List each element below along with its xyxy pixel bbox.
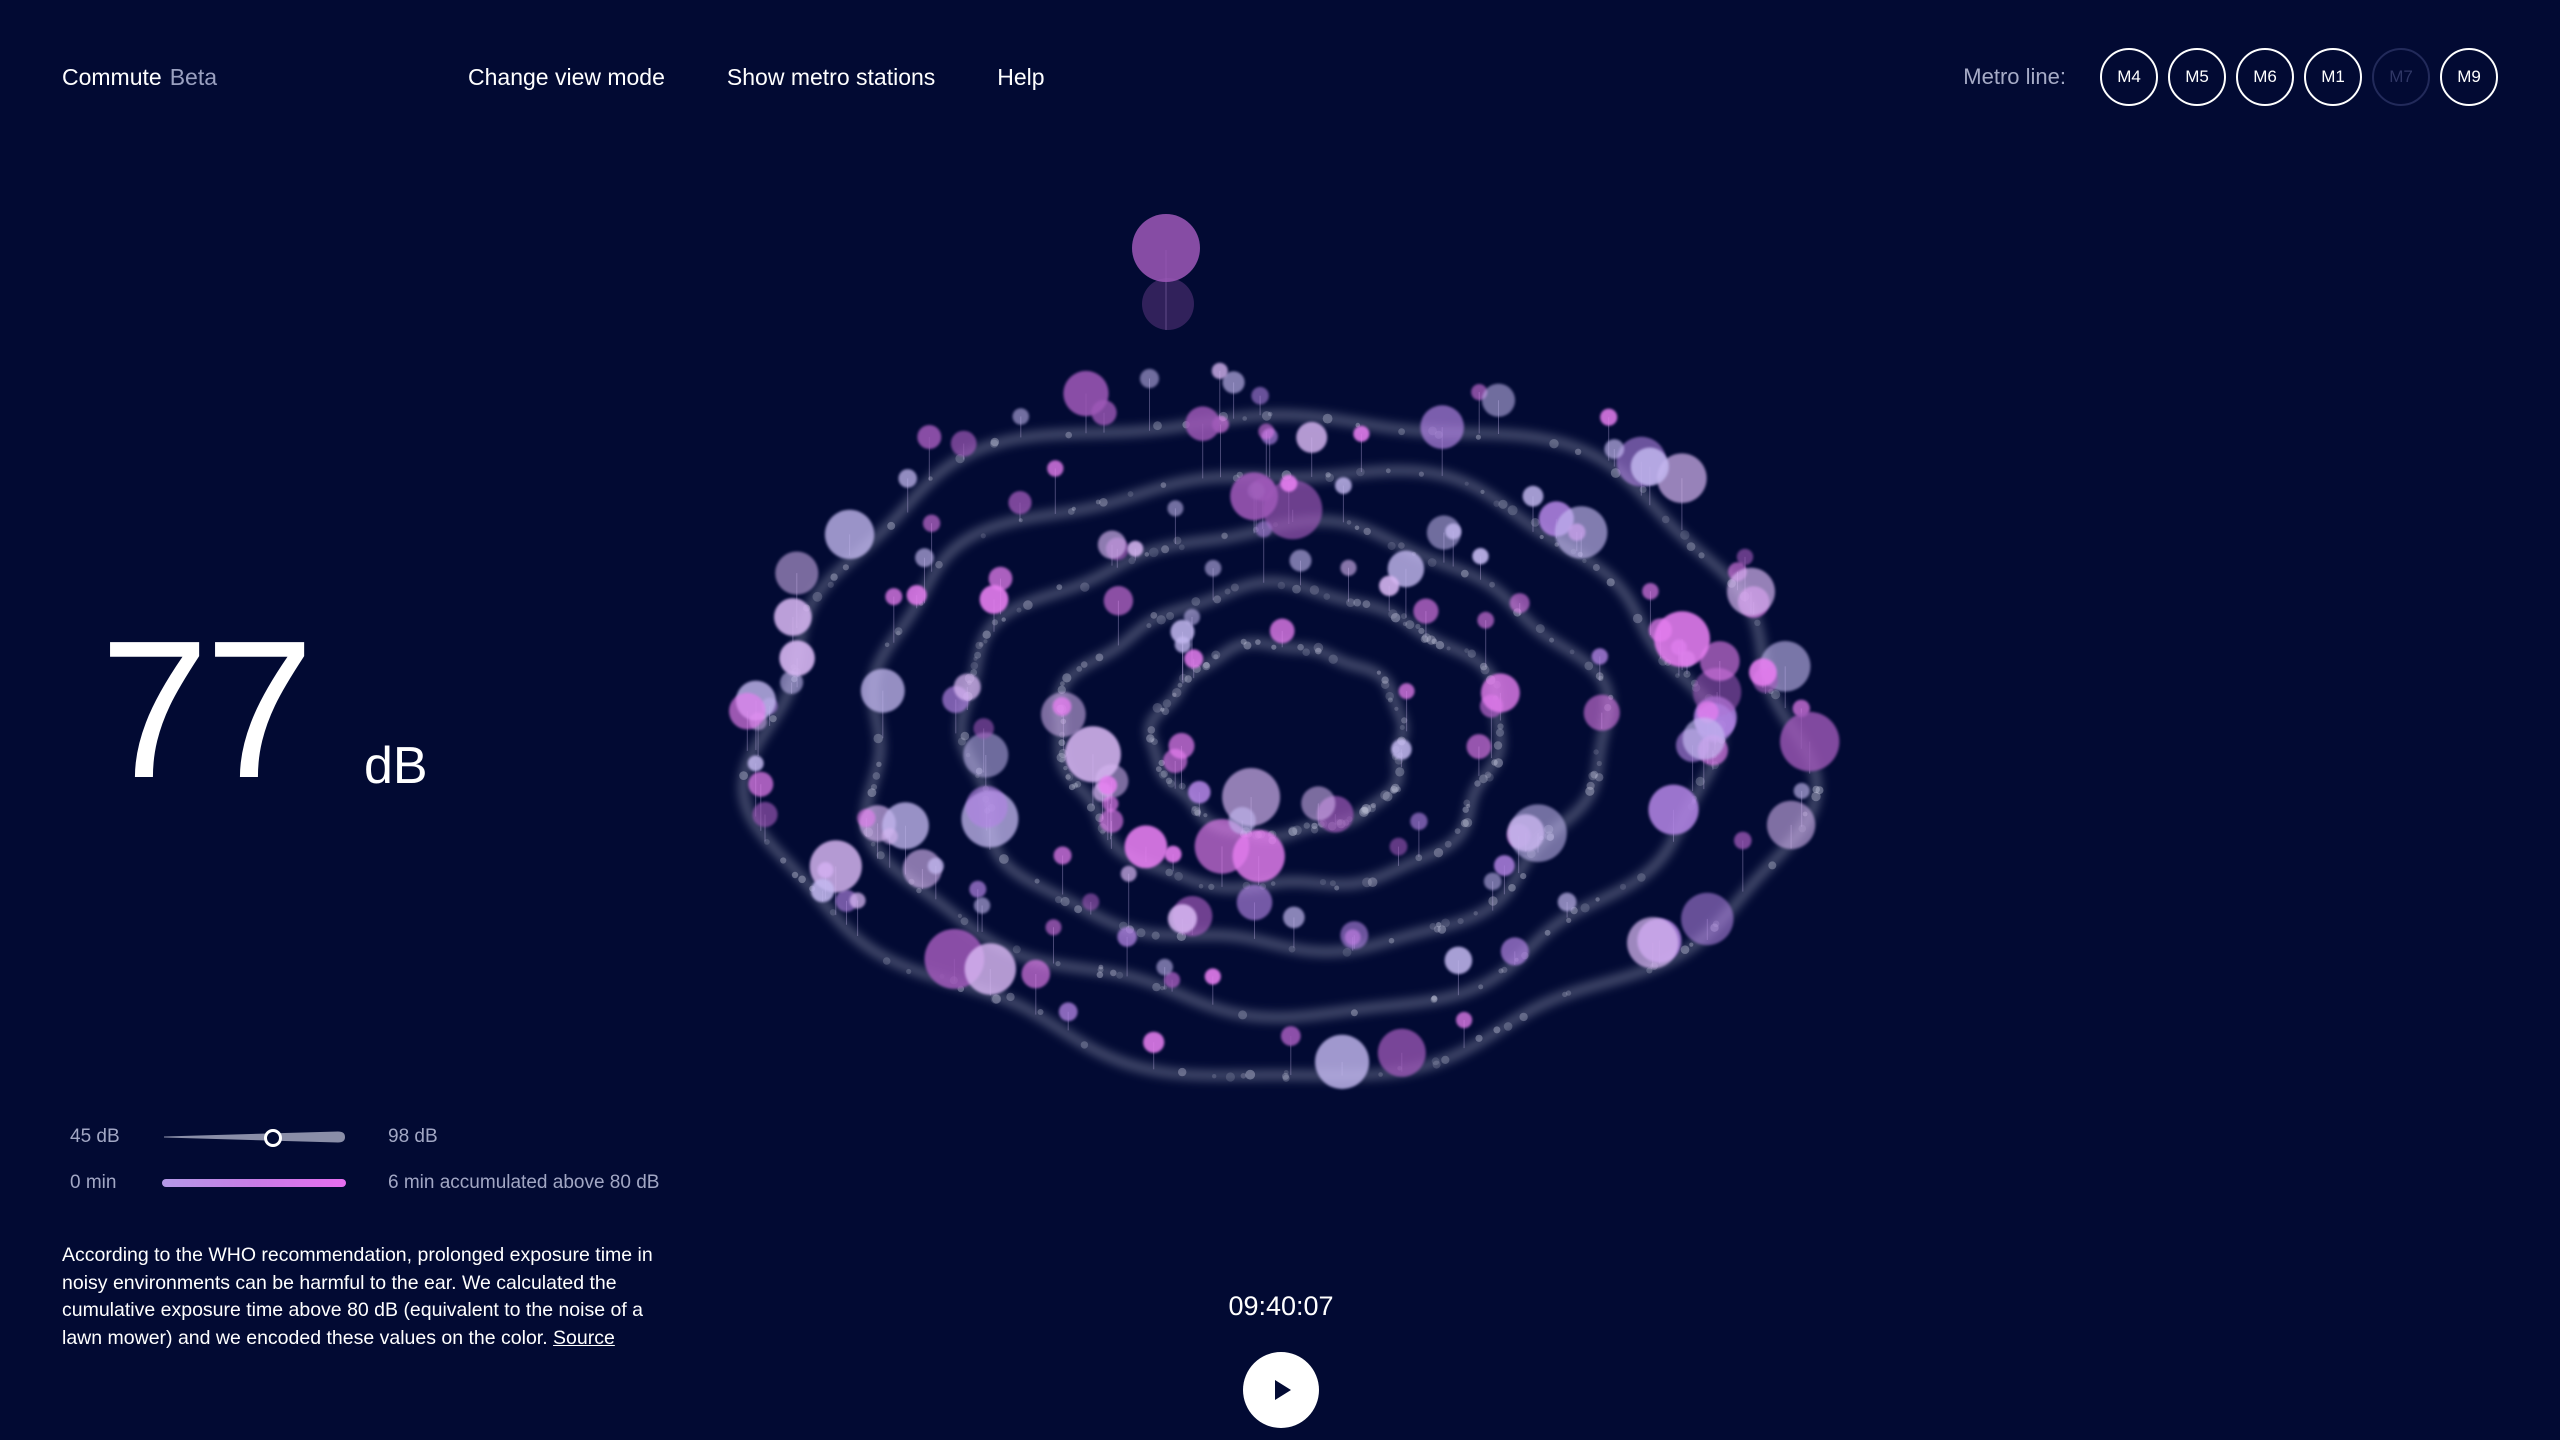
- exposure-color-scale: [162, 1179, 346, 1187]
- source-link[interactable]: Source: [553, 1327, 615, 1349]
- exposure-accumulated-label: 6 min accumulated above 80 dB: [388, 1172, 660, 1193]
- exposure-time-legend: 0 min 6 min accumulated above 80 dB: [70, 1172, 659, 1194]
- decibel-max-label: 98 dB: [388, 1126, 438, 1147]
- decibel-range-legend: 45 dB 98 dB: [70, 1126, 438, 1148]
- show-metro-stations-link[interactable]: Show metro stations: [727, 62, 935, 92]
- beta-badge: Beta: [169, 64, 218, 90]
- noise-visualization[interactable]: [0, 0, 2560, 1440]
- decibel-range-scale: [162, 1129, 346, 1147]
- play-icon: [1275, 1380, 1291, 1400]
- metro-line-label: Metro line:: [1963, 64, 2066, 89]
- decibel-level-marker: [264, 1129, 283, 1147]
- exposure-min-label: 0 min: [70, 1172, 117, 1193]
- play-button[interactable]: [1243, 1352, 1319, 1428]
- metro-line-selector: Metro line: M4 M5 M6 M1 M7 M9: [1963, 48, 2498, 106]
- app-name: Commute: [62, 64, 162, 90]
- metro-line-m1-button[interactable]: M1: [2304, 48, 2362, 106]
- decibel-value: 77: [100, 600, 314, 819]
- app-title: Commute Beta: [62, 62, 217, 92]
- decibel-min-label: 45 dB: [70, 1126, 120, 1147]
- metro-line-m6-button[interactable]: M6: [2236, 48, 2294, 106]
- metro-line-m9-button[interactable]: M9: [2440, 48, 2498, 106]
- metro-line-m7-button[interactable]: M7: [2372, 48, 2430, 106]
- main-nav: Change view mode Show metro stations Hel…: [468, 62, 1045, 92]
- who-info-text: According to the WHO recommendation, pro…: [62, 1242, 682, 1352]
- metro-line-m4-button[interactable]: M4: [2100, 48, 2158, 106]
- metro-line-m5-button[interactable]: M5: [2168, 48, 2226, 106]
- playback-time: 09:40:07: [1228, 1291, 1334, 1321]
- decibel-unit: dB: [364, 737, 428, 795]
- change-view-mode-link[interactable]: Change view mode: [468, 62, 665, 92]
- help-link[interactable]: Help: [997, 62, 1044, 92]
